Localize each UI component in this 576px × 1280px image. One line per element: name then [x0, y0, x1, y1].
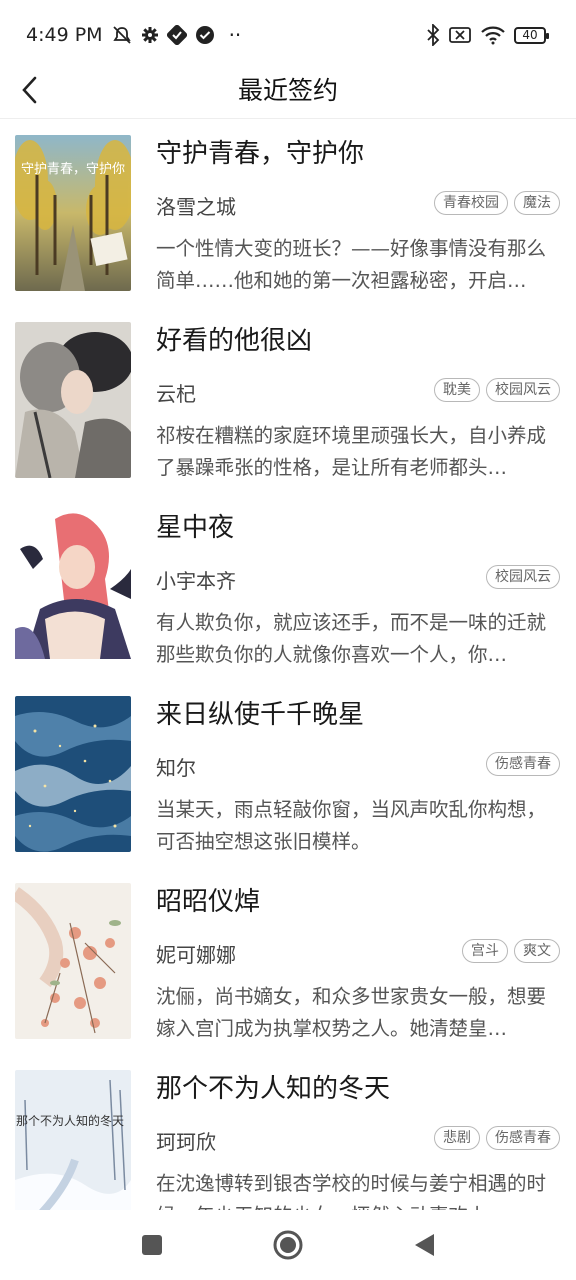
- book-tags: 青春校园 魔法: [434, 191, 560, 215]
- book-tag[interactable]: 魔法: [514, 191, 560, 215]
- book-title[interactable]: 昭昭仪焯: [156, 881, 260, 918]
- check-circle-icon: [195, 25, 215, 45]
- book-tag[interactable]: 伤感青春: [486, 1126, 560, 1150]
- book-tags: 伤感青春: [486, 752, 560, 776]
- status-bar-right: 40: [426, 24, 549, 46]
- book-cover[interactable]: 那个不为人知的冬天: [15, 1070, 131, 1210]
- book-cover[interactable]: [15, 883, 131, 1039]
- book-description: 祁桉在糟糕的家庭环境里顽强长大，自小养成了暴躁乖张的性格，是让所有老师都头…: [156, 424, 547, 479]
- page-header: 最近签约: [0, 60, 576, 119]
- book-tag[interactable]: 伤感青春: [486, 752, 560, 776]
- book-description: 沈俪，尚书嫡女，和众多世家贵女一般，想要嫁入宫门成为执掌权势之人。她清楚皇…: [156, 985, 547, 1040]
- book-title[interactable]: 好看的他很凶: [156, 320, 312, 357]
- book-tags: 宫斗 爽文: [462, 939, 560, 963]
- page-title: 最近签约: [237, 76, 338, 105]
- book-author: 洛雪之城: [156, 195, 236, 219]
- book-title[interactable]: 来日纵使千千晚星: [156, 694, 364, 731]
- book-author: 小宇本齐: [156, 569, 236, 593]
- book-tags: 悲剧 伤感青春: [434, 1126, 560, 1150]
- cover-title-text: 守护青春，守护你: [21, 162, 125, 177]
- battery-indicator: 40: [514, 26, 549, 44]
- book-title[interactable]: 星中夜: [156, 507, 234, 544]
- book-cover[interactable]: 守护青春，守护你: [15, 135, 131, 291]
- book-cover[interactable]: [15, 322, 131, 478]
- status-bar-left: 4:49 PM ··: [26, 23, 241, 47]
- book-author: 知尔: [156, 756, 196, 780]
- book-author: 妮可娜娜: [156, 943, 236, 967]
- book-tag[interactable]: 悲剧: [434, 1126, 480, 1150]
- gear-icon: [141, 26, 159, 44]
- system-back-button[interactable]: [402, 1223, 446, 1267]
- book-tag[interactable]: 宫斗: [462, 939, 508, 963]
- book-description: 当某天，雨点轻敲你窗，当风声吹乱你构想，可否抽空想这张旧模样。: [156, 798, 547, 853]
- system-nav-bar: [0, 1210, 576, 1280]
- book-tag[interactable]: 耽美: [434, 378, 480, 402]
- book-description: 在沈逸博转到银杏学校的时候与姜宁相遇的时候，年少无知的少女，怦然心动喜欢上…: [156, 1172, 547, 1210]
- wifi-icon: [480, 25, 506, 45]
- back-icon: [415, 1234, 434, 1256]
- book-list[interactable]: 守护青春，守护你 守护青春，守护你 洛雪之城 青春校园 魔法 一个性情大变的班长…: [0, 119, 576, 1210]
- recent-apps-icon: [142, 1235, 162, 1255]
- book-description: 一个性情大变的班长？——好像事情没有那么简单……他和她的第一次袒露秘密，开启…: [156, 237, 547, 292]
- book-tag[interactable]: 青春校园: [434, 191, 508, 215]
- more-notifications-dots: ··: [228, 23, 242, 47]
- app-notification-icon: [166, 25, 187, 45]
- book-tag[interactable]: 爽文: [514, 939, 560, 963]
- book-author: 云杞: [156, 382, 196, 406]
- book-author: 珂珂欣: [156, 1130, 216, 1154]
- book-list-item[interactable]: 守护青春，守护你 守护青春，守护你 洛雪之城 青春校园 魔法 一个性情大变的班长…: [0, 119, 576, 306]
- book-cover[interactable]: [15, 509, 131, 665]
- book-tag[interactable]: 校园风云: [486, 378, 560, 402]
- book-description: 有人欺负你，就应该还手，而不是一味的迁就那些欺负你的人就像你喜欢一个人，你…: [156, 611, 547, 666]
- cover-title-text: 那个不为人知的冬天: [16, 1113, 124, 1128]
- book-list-item[interactable]: 好看的他很凶 云杞 耽美 校园风云 祁桉在糟糕的家庭环境里顽强长大，自小养成了暴…: [0, 306, 576, 493]
- book-title[interactable]: 那个不为人知的冬天: [156, 1068, 390, 1105]
- book-list-item[interactable]: 星中夜 小宇本齐 校园风云 有人欺负你，就应该还手，而不是一味的迁就那些欺负你的…: [0, 493, 576, 680]
- book-tags: 校园风云: [486, 565, 560, 589]
- back-button[interactable]: [10, 70, 50, 110]
- book-tag[interactable]: 校园风云: [486, 565, 560, 589]
- mute-icon: [111, 25, 133, 45]
- home-icon: [273, 1230, 303, 1260]
- book-tags: 耽美 校园风云: [434, 378, 560, 402]
- bluetooth-icon: [426, 24, 440, 46]
- status-time: 4:49 PM: [26, 24, 103, 46]
- no-sim-icon: [448, 25, 472, 45]
- book-title[interactable]: 守护青春，守护你: [156, 133, 364, 170]
- book-list-item[interactable]: 昭昭仪焯 妮可娜娜 宫斗 爽文 沈俪，尚书嫡女，和众多世家贵女一般，想要嫁入宫门…: [0, 867, 576, 1054]
- book-list-item[interactable]: 那个不为人知的冬天 那个不为人知的冬天 珂珂欣 悲剧 伤感青春 在沈逸博转到银杏…: [0, 1054, 576, 1210]
- book-cover[interactable]: [15, 696, 131, 852]
- book-list-item[interactable]: 来日纵使千千晚星 知尔 伤感青春 当某天，雨点轻敲你窗，当风声吹乱你构想，可否抽…: [0, 680, 576, 867]
- home-button[interactable]: [266, 1223, 310, 1267]
- chevron-left-icon: [22, 76, 37, 104]
- recent-apps-button[interactable]: [130, 1223, 174, 1267]
